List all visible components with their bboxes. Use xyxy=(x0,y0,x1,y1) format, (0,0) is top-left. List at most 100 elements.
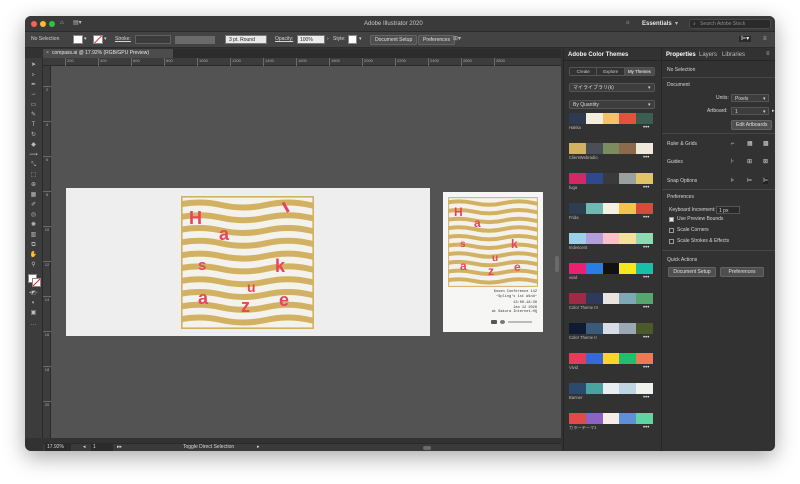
theme-swatch[interactable] xyxy=(619,173,637,184)
theme-swatch[interactable] xyxy=(569,293,586,304)
theme-swatches[interactable] xyxy=(569,203,653,214)
theme-swatch[interactable] xyxy=(619,383,637,394)
paintbrush-tool-icon[interactable]: ✎ xyxy=(29,112,38,119)
variable-width-profile[interactable] xyxy=(175,36,215,44)
theme-swatch[interactable] xyxy=(585,323,603,334)
fill-dropdown-icon[interactable]: ▾ xyxy=(84,37,87,42)
theme-swatch[interactable] xyxy=(602,173,620,184)
artboard-tool-icon[interactable]: ⧉ xyxy=(29,242,38,249)
theme-swatch[interactable] xyxy=(569,143,586,154)
theme-swatches[interactable] xyxy=(569,113,653,124)
stock-search-input[interactable]: ⌕ Search Adobe Stock xyxy=(689,19,771,29)
theme-swatch[interactable] xyxy=(619,413,637,424)
fill-swatch[interactable] xyxy=(73,35,83,44)
theme-swatch[interactable] xyxy=(585,143,603,154)
theme-swatch[interactable] xyxy=(619,323,637,334)
close-tab-icon[interactable]: × xyxy=(46,51,49,56)
style-dropdown-icon[interactable]: ▾ xyxy=(359,37,362,42)
theme-swatch[interactable] xyxy=(602,293,620,304)
free-transform-tool-icon[interactable]: ⬚ xyxy=(29,172,38,179)
document-tab[interactable]: × compass.ai @ 17.92% (RGB/GPU Preview) xyxy=(43,49,173,58)
theme-swatch[interactable] xyxy=(569,353,586,364)
stroke-weight-input[interactable] xyxy=(135,35,171,44)
theme-card[interactable]: fuga ••• xyxy=(569,173,653,191)
close-window-button[interactable] xyxy=(31,21,37,27)
theme-swatch[interactable] xyxy=(636,113,653,124)
theme-swatch[interactable] xyxy=(569,173,586,184)
tab-explore[interactable]: Explore xyxy=(596,68,623,75)
theme-swatch[interactable] xyxy=(636,413,653,424)
theme-card[interactable]: vivid ••• xyxy=(569,263,653,281)
library-dropdown[interactable]: マイライブラリ(k) ▾ xyxy=(569,83,655,92)
workspace-switcher-icon[interactable]: ▤▾ xyxy=(73,20,82,26)
theme-swatch[interactable] xyxy=(569,383,586,394)
pen-tool-icon[interactable]: ✒ xyxy=(29,82,38,89)
theme-swatches[interactable] xyxy=(569,263,653,274)
theme-card[interactable]: Color Theme III ••• xyxy=(569,293,653,311)
arrange-documents-icon[interactable]: ⊞▾ xyxy=(453,36,461,42)
theme-swatch[interactable] xyxy=(585,113,603,124)
theme-more-icon[interactable]: ••• xyxy=(643,275,649,281)
poster-small-artwork[interactable]: H a s u k a z e xyxy=(448,197,538,287)
minimize-window-button[interactable] xyxy=(40,21,46,27)
sort-dropdown[interactable]: By Quantity ▾ xyxy=(569,100,655,109)
hand-tool-icon[interactable]: ✋ xyxy=(29,252,38,259)
panel-menu-icon[interactable]: ≡ xyxy=(766,51,770,57)
next-artboard-icon[interactable]: ▸▸ xyxy=(117,445,122,450)
theme-swatch[interactable] xyxy=(602,263,620,274)
theme-swatch[interactable] xyxy=(569,203,586,214)
theme-swatch[interactable] xyxy=(585,413,603,424)
next-artboard-icon[interactable]: ▸ xyxy=(772,109,775,114)
opacity-label[interactable]: Opacity: xyxy=(275,37,293,42)
preferences-button[interactable]: Preferences xyxy=(418,35,455,45)
lock-guides-icon[interactable]: ⊞ xyxy=(747,159,752,165)
align-icon[interactable]: ⊫▾ xyxy=(739,36,752,42)
tab-libraries[interactable]: Libraries xyxy=(722,52,745,58)
theme-swatch[interactable] xyxy=(585,203,603,214)
rotate-tool-icon[interactable]: ↻ xyxy=(29,132,38,139)
type-tool-icon[interactable]: T xyxy=(29,122,38,129)
theme-swatch[interactable] xyxy=(602,383,620,394)
theme-swatch[interactable] xyxy=(585,173,603,184)
stroke-swatch[interactable] xyxy=(93,35,103,44)
theme-swatch[interactable] xyxy=(636,203,653,214)
horizontal-scrollbar[interactable] xyxy=(423,446,431,450)
shape-builder-tool-icon[interactable]: ⊕ xyxy=(29,182,38,189)
document-setup-button[interactable]: Document Setup xyxy=(370,35,418,45)
theme-more-icon[interactable]: ••• xyxy=(643,305,649,311)
theme-swatches[interactable] xyxy=(569,353,653,364)
brush-definition-dropdown[interactable]: 3 pt. Round xyxy=(225,35,267,44)
theme-card[interactable]: Frida ••• xyxy=(569,203,653,221)
symbol-sprayer-tool-icon[interactable]: ✺ xyxy=(29,222,38,229)
use-preview-bounds-checkbox[interactable] xyxy=(669,217,674,222)
theme-swatch[interactable] xyxy=(602,203,620,214)
tab-my-themes[interactable]: My Themes xyxy=(623,68,654,75)
color-mode-icons[interactable]: ▪◩▫ xyxy=(29,290,38,297)
theme-more-icon[interactable]: ••• xyxy=(643,245,649,251)
curvature-tool-icon[interactable]: ∽ xyxy=(29,92,38,99)
theme-swatch[interactable] xyxy=(636,173,653,184)
scale-corners-checkbox[interactable] xyxy=(669,228,674,233)
theme-swatches[interactable] xyxy=(569,173,653,184)
theme-swatch[interactable] xyxy=(602,323,620,334)
theme-swatch[interactable] xyxy=(619,353,637,364)
units-dropdown[interactable]: Pixels ▾ xyxy=(731,94,769,102)
artboard-2[interactable]: H a s u k a z e Kosen Conference 142 ~Sp… xyxy=(443,192,543,332)
stroke-label[interactable]: Stroke: xyxy=(115,37,131,42)
theme-swatch[interactable] xyxy=(619,233,637,244)
artboard-dropdown[interactable]: 1 ▾ xyxy=(731,107,769,115)
theme-swatches[interactable] xyxy=(569,143,653,154)
theme-swatch[interactable] xyxy=(585,233,603,244)
theme-more-icon[interactable]: ••• xyxy=(643,185,649,191)
opacity-dropdown-icon[interactable]: › xyxy=(327,37,329,42)
theme-swatch[interactable] xyxy=(619,263,637,274)
theme-swatch[interactable] xyxy=(636,383,653,394)
scale-tool-icon[interactable]: ⤡ xyxy=(29,162,38,169)
theme-card[interactable]: Iridescent ••• xyxy=(569,233,653,251)
theme-card[interactable]: Vivid ••• xyxy=(569,353,653,371)
transparency-grid-icon[interactable]: ▩ xyxy=(763,141,769,147)
theme-swatch[interactable] xyxy=(569,413,586,424)
artboard-1[interactable]: H a s u k a z e xyxy=(66,188,430,336)
opacity-input[interactable]: 100% xyxy=(297,35,325,44)
theme-swatch[interactable] xyxy=(602,113,620,124)
